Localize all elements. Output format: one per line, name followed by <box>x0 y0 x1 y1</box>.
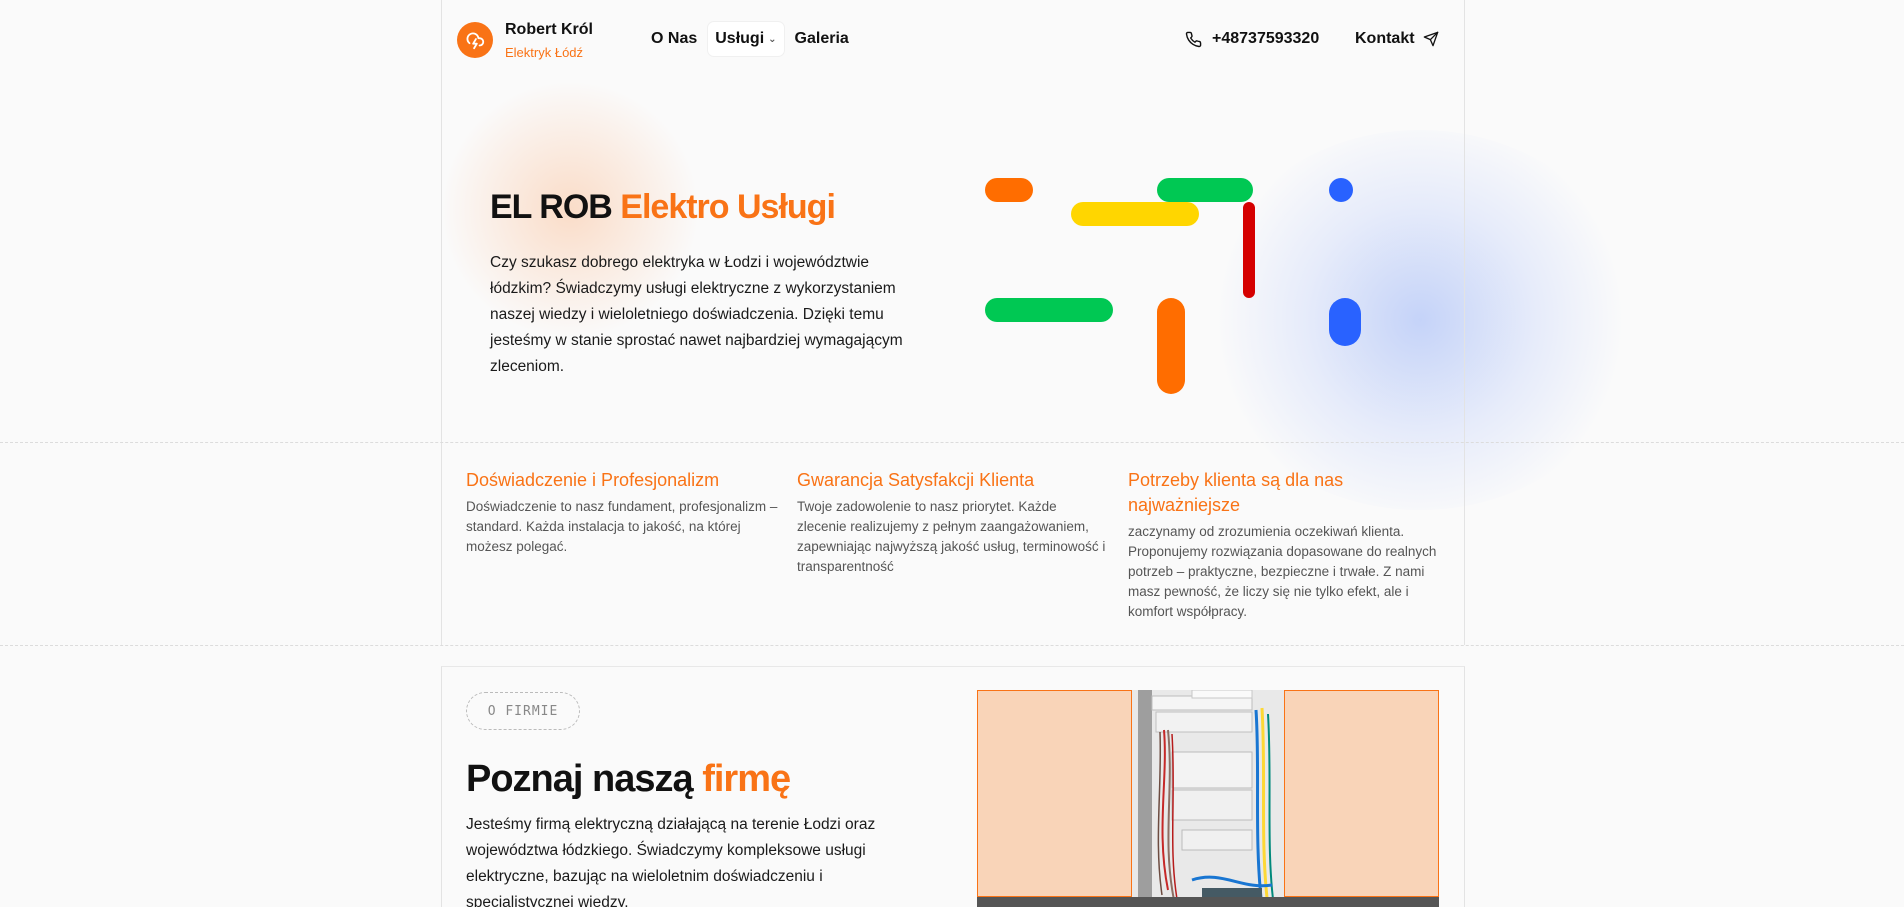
nav-item-galeria[interactable]: Galeria <box>788 22 856 56</box>
nav-label: Galeria <box>794 30 849 47</box>
feature-title: Gwarancja Satysfakcji Klienta <box>797 470 1035 490</box>
decorative-pill <box>1329 298 1361 346</box>
decorative-pill <box>1157 178 1253 202</box>
feature-text: Doświadczenie to nasz fundament, profesj… <box>466 499 778 554</box>
chevron-down-icon: ⌄ <box>768 33 777 45</box>
electrical-panel-illustration <box>1132 690 1284 907</box>
about-gallery <box>977 690 1439 907</box>
about-description: Jesteśmy firmą elektryczną działającą na… <box>466 816 876 907</box>
decorative-pill <box>985 298 1113 322</box>
phone-number: +48737593320 <box>1212 30 1320 47</box>
main-nav: O Nas Usługi ⌄ Galeria <box>644 22 856 56</box>
nav-item-o-nas[interactable]: O Nas <box>644 22 704 56</box>
contact-label: Kontakt <box>1355 30 1415 47</box>
decorative-pill <box>985 178 1033 202</box>
feature-title: Potrzeby klienta są dla nas najważniejsz… <box>1128 470 1344 515</box>
feature-card: Gwarancja Satysfakcji Klienta Twoje zado… <box>797 468 1109 577</box>
gallery-placeholder <box>1284 690 1439 897</box>
hero-title-main: EL ROB <box>490 188 613 226</box>
brand-name[interactable]: Robert Król <box>505 21 593 39</box>
decorative-dot <box>1329 178 1353 202</box>
nav-label: O Nas <box>651 30 698 47</box>
about-title: Poznaj naszą firmę <box>466 758 791 801</box>
about-title-accent: firmę <box>702 758 791 800</box>
brand-subtitle: Elektryk Łódź <box>505 45 584 60</box>
hero-description: Czy szukasz dobrego elektryka w Łodzi i … <box>490 254 903 375</box>
feature-card: Doświadczenie i Profesjonalizm Doświadcz… <box>466 468 778 557</box>
feature-text: zaczynamy od zrozumienia oczekiwań klien… <box>1128 524 1437 619</box>
decorative-pill <box>1157 298 1185 394</box>
section-divider <box>0 645 1904 646</box>
logo-icon[interactable] <box>457 22 493 58</box>
nav-label: Usługi <box>715 30 765 47</box>
feature-title: Doświadczenie i Profesjonalizm <box>466 470 720 490</box>
phone-icon <box>1185 31 1202 47</box>
paper-plane-icon <box>1423 31 1438 47</box>
gallery-placeholder <box>977 690 1132 897</box>
decorative-pill <box>1071 202 1199 226</box>
hero-title: EL ROB Elektro Usługi <box>490 188 836 227</box>
section-divider <box>0 442 1904 443</box>
nav-item-uslugi[interactable]: Usługi ⌄ <box>708 22 784 56</box>
contact-button[interactable]: Kontakt <box>1355 30 1439 48</box>
about-title-main: Poznaj naszą <box>466 758 694 800</box>
section-badge: O FIRMIE <box>466 692 580 730</box>
decorative-pill <box>1243 202 1255 298</box>
hero-title-accent: Elektro Usługi <box>620 188 836 226</box>
electrical-panel-image[interactable] <box>1132 690 1284 907</box>
gallery-next-row <box>977 897 1439 907</box>
feature-text: Twoje zadowolenie to nasz priorytet. Każ… <box>797 499 1106 574</box>
feature-card: Potrzeby klienta są dla nas najważniejsz… <box>1128 468 1444 622</box>
phone-link[interactable]: +48737593320 <box>1185 30 1319 48</box>
